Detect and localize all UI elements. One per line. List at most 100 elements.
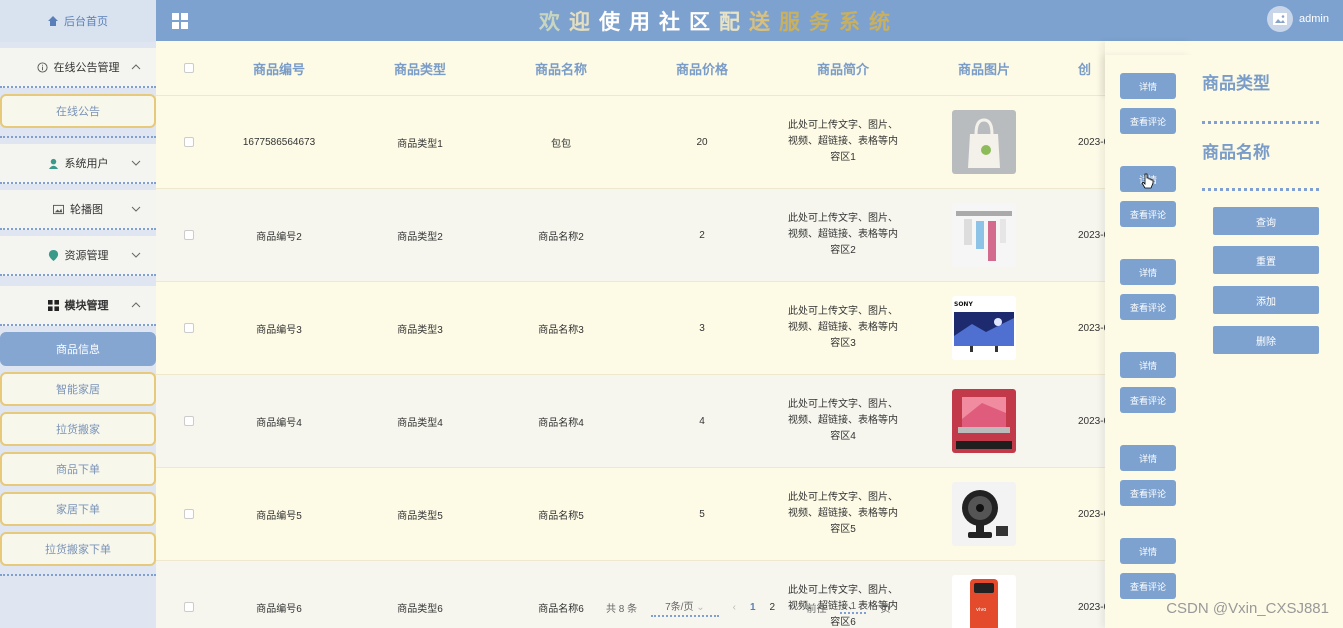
next-page-button[interactable]: › [789,602,792,613]
table-row[interactable]: 商品编号5 商品类型5 商品名称5 5 此处可上传文字、图片、视频、超链接、表格等内容区… [156,468,1193,561]
product-thumbnail[interactable]: vivo [952,575,1016,628]
sidebar-item-product-order[interactable]: 商品下单 [0,452,156,486]
row-checkbox[interactable] [156,509,222,519]
view-comments-button[interactable]: 查看评论 [1120,573,1176,599]
header-created[interactable]: 创 [1068,59,1108,78]
menu-grid-icon[interactable] [172,13,188,29]
search-input-type[interactable] [1202,121,1319,124]
product-table: 商品编号 商品类型 商品名称 商品价格 商品简介 商品图片 创 16775865… [156,41,1193,628]
sidebar-group-announcement[interactable]: 在线公告管理 [0,48,156,88]
sidebar-item-announcement[interactable]: 在线公告 [0,94,156,128]
sidebar-home-link[interactable]: 后台首页 [0,0,156,42]
title-char: 配 [719,11,749,34]
divider [0,572,156,576]
product-thumbnail[interactable] [952,389,1016,453]
sidebar-item-moving[interactable]: 拉货搬家 [0,412,156,446]
detail-button[interactable]: 详情 [1120,352,1176,378]
product-thumbnail[interactable] [952,203,1016,267]
chevron-down-icon [131,252,141,258]
title-char: 迎 [569,11,599,34]
detail-button[interactable]: 详情 [1120,538,1176,564]
goto-input[interactable]: 1 [840,601,867,614]
user-menu[interactable]: admin [1267,6,1329,32]
cell-product-desc: 此处可上传文字、图片、视频、超链接、表格等内容区4 [786,397,900,445]
cell-product-image[interactable]: vivo [900,575,1068,628]
table-row[interactable]: 商品编号6 商品类型6 商品名称6 此处可上传文字、图片、视频、超链接、表格等内容区6… [156,561,1193,628]
prev-page-button[interactable]: ‹ [733,602,736,613]
detail-button[interactable]: 详情 [1120,445,1176,471]
header-product-price[interactable]: 商品价格 [618,59,786,78]
sidebar-item-label: 商品下单 [56,464,100,476]
sidebar-item-moving-order[interactable]: 拉货搬家下单 [0,532,156,566]
delete-button[interactable]: 删除 [1213,326,1319,354]
sidebar-group-users[interactable]: 系统用户 [0,144,156,184]
header-product-type[interactable]: 商品类型 [336,59,504,78]
cell-created: 2023-0 [1078,415,1108,427]
cell-product-image[interactable] [900,110,1068,174]
page-size-value: 7条/页 [665,602,694,613]
header-product-name[interactable]: 商品名称 [504,59,618,78]
product-thumbnail[interactable]: SONY [952,296,1016,360]
sidebar-group-modules[interactable]: 模块管理 [0,286,156,326]
header-product-image[interactable]: 商品图片 [900,59,1068,78]
view-comments-button[interactable]: 查看评论 [1120,480,1176,506]
search-button[interactable]: 查询 [1213,207,1319,235]
top-bar: 欢迎使用社区配送服务系统 admin [156,0,1343,41]
sidebar-group-resources[interactable]: 资源管理 [0,236,156,276]
svg-text:vivo: vivo [976,607,986,613]
cell-product-image[interactable] [900,389,1068,453]
title-char: 区 [689,11,719,34]
detail-button[interactable]: 详情 [1120,259,1176,285]
view-comments-button[interactable]: 查看评论 [1120,108,1176,134]
select-all-checkbox[interactable] [156,63,222,73]
table-row[interactable]: 商品编号4 商品类型4 商品名称4 4 此处可上传文字、图片、视频、超链接、表格等内容区… [156,375,1193,468]
view-comments-button[interactable]: 查看评论 [1120,294,1176,320]
sidebar-item-smart-home[interactable]: 智能家居 [0,372,156,406]
cell-product-no: 商品编号4 [256,417,302,429]
search-input-name[interactable] [1202,188,1319,191]
reset-button[interactable]: 重置 [1213,246,1319,274]
cell-product-no: 商品编号3 [256,324,302,336]
cell-product-image[interactable]: SONY [900,296,1068,360]
view-comments-button[interactable]: 查看评论 [1120,387,1176,413]
table-row[interactable]: 商品编号2 商品类型2 商品名称2 2 此处可上传文字、图片、视频、超链接、表格等内容区… [156,189,1193,282]
detail-button[interactable]: 详情 [1120,73,1176,99]
cell-product-price: 2 [699,229,705,241]
product-thumbnail[interactable] [952,482,1016,546]
page-2[interactable]: 2 [770,602,776,613]
chevron-down-icon: ⌄ [696,602,705,613]
page-unit: 页 [880,604,891,615]
cell-created: 2023-0 [1078,601,1108,613]
table-row[interactable]: 商品编号3 商品类型3 商品名称3 3 此处可上传文字、图片、视频、超链接、表格等内容区… [156,282,1193,375]
avatar [1267,6,1294,32]
page-1[interactable]: 1 [750,602,756,613]
view-comments-button[interactable]: 查看评论 [1120,201,1176,227]
sidebar-item-home-order[interactable]: 家居下单 [0,492,156,526]
table-row[interactable]: 1677586564673 商品类型1 包包 20 此处可上传文字、图片、视频、超链接、… [156,96,1193,189]
header-product-desc[interactable]: 商品简介 [786,59,900,78]
cell-product-image[interactable] [900,482,1068,546]
sidebar-item-product-info[interactable]: 商品信息 [0,332,156,366]
cell-product-name: 商品名称2 [538,231,584,243]
sidebar-group-carousel[interactable]: 轮播图 [0,190,156,230]
row-checkbox[interactable] [156,416,222,426]
desc-text: 此处可上传文字、图片、视频、超链接、表格等内容区3 [788,306,898,349]
row-checkbox[interactable] [156,323,222,333]
cell-product-no: 商品编号5 [256,510,302,522]
sidebar-group-label: 资源管理 [64,250,109,262]
title-char: 统 [869,11,899,34]
row-checkbox[interactable] [156,602,222,612]
page-size-select[interactable]: 7条/页 ⌄ [651,598,719,617]
cell-product-no: 商品编号2 [256,231,302,243]
add-button[interactable]: 添加 [1213,286,1319,314]
product-thumbnail[interactable] [952,110,1016,174]
row-checkbox[interactable] [156,137,222,147]
search-panel: 商品类型 商品名称 查询 重置 添加 删除 [1193,41,1343,628]
sidebar-group-label: 在线公告管理 [53,62,120,74]
row-checkbox[interactable] [156,230,222,240]
header-product-no[interactable]: 商品编号 [222,59,336,78]
table-header: 商品编号 商品类型 商品名称 商品价格 商品简介 商品图片 创 [156,41,1193,96]
cell-product-image[interactable] [900,203,1068,267]
cell-created: 2023-0 [1078,229,1108,241]
cell-product-type: 商品类型4 [397,417,443,429]
